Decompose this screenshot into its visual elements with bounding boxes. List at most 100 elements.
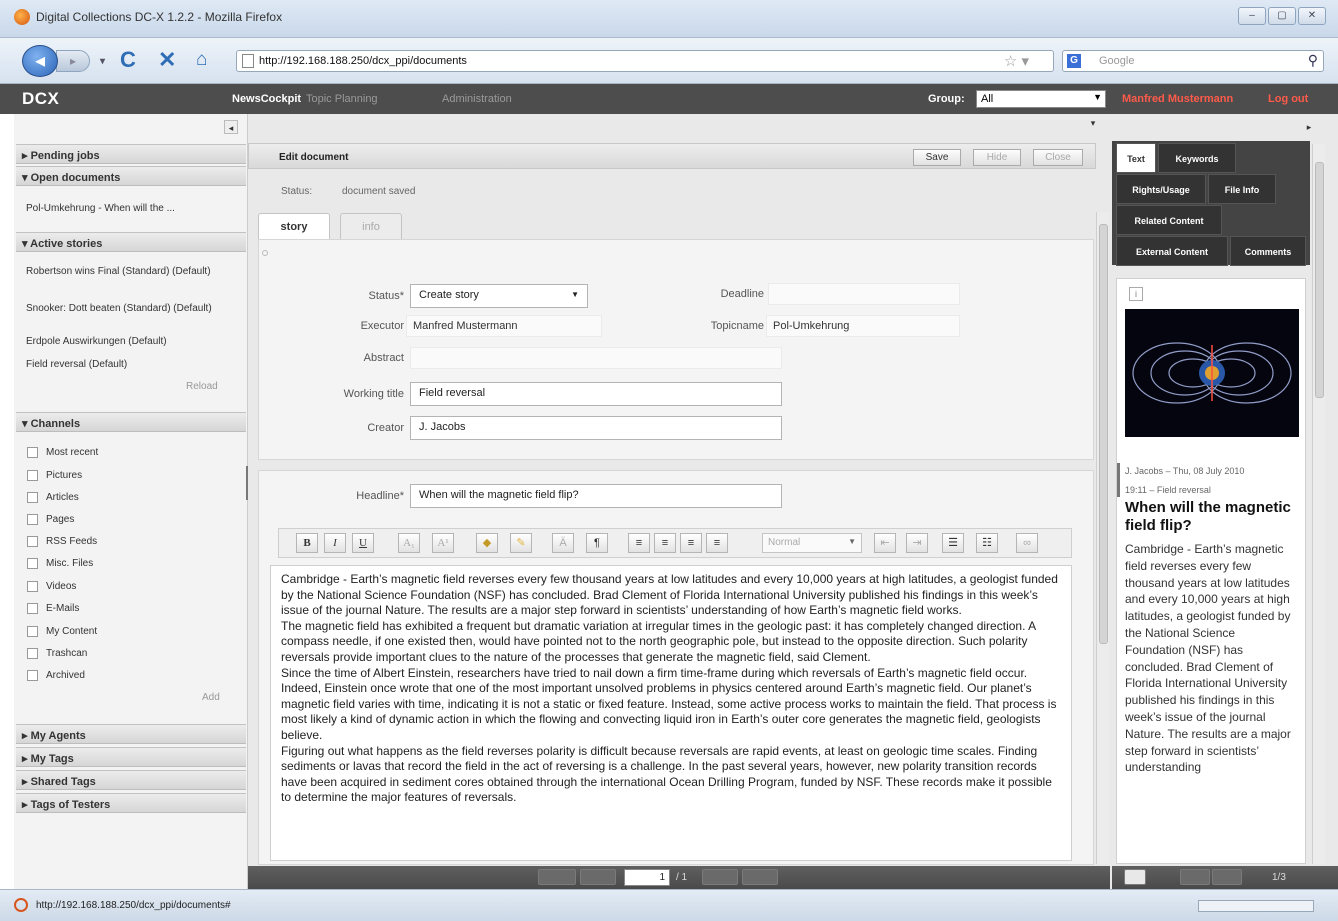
preview-next-button[interactable] — [1212, 869, 1242, 885]
info-icon[interactable]: i — [1129, 287, 1143, 301]
tab-file-info[interactable]: File Info — [1208, 174, 1276, 204]
abstract-field[interactable] — [410, 347, 782, 369]
indent-icon[interactable]: ⇥ — [906, 533, 928, 553]
drag-handle-icon[interactable] — [262, 250, 268, 256]
url-bar[interactable]: http://192.168.188.250/dcx_ppi/documents… — [236, 50, 1054, 72]
close-button[interactable]: Close — [1033, 149, 1083, 166]
tab-comments[interactable]: Comments — [1230, 236, 1306, 266]
logout-link[interactable]: Log out — [1268, 93, 1308, 105]
channel-checkbox[interactable] — [27, 581, 38, 592]
open-document-item[interactable]: Pol-Umkehrung - When will the ... — [26, 203, 226, 215]
channel-checkbox[interactable] — [27, 492, 38, 503]
channel-checkbox[interactable] — [27, 670, 38, 681]
back-button[interactable]: ◂ — [22, 45, 58, 77]
close-window-button[interactable]: ✕ — [1298, 7, 1326, 25]
tab-story[interactable]: story — [258, 213, 330, 239]
preview-splitter-handle[interactable] — [1117, 463, 1120, 497]
tab-info[interactable]: info — [340, 213, 402, 239]
channel-checkbox[interactable] — [27, 558, 38, 569]
story-item[interactable]: Snooker: Dott beaten (Standard) (Default… — [26, 303, 226, 315]
scrollbar-thumb[interactable] — [1099, 224, 1108, 644]
tab-rights-usage[interactable]: Rights/Usage — [1116, 174, 1206, 204]
first-page-button[interactable] — [538, 869, 576, 885]
add-channel-link[interactable]: Add — [202, 692, 220, 703]
bold-button[interactable]: B — [296, 533, 318, 553]
numbered-list-icon[interactable]: ☷ — [976, 533, 998, 553]
tab-keywords[interactable]: Keywords — [1158, 143, 1236, 173]
section-tags-of-testers[interactable]: ▸ Tags of Testers — [16, 793, 246, 813]
editor-scrollbar[interactable] — [1096, 212, 1109, 864]
outdent-icon[interactable]: ⇤ — [874, 533, 896, 553]
story-body-editor[interactable]: Cambridge - Earth’s magnetic field rever… — [270, 565, 1072, 861]
channel-checkbox[interactable] — [27, 447, 38, 458]
underline-button[interactable]: U — [352, 533, 374, 553]
history-dropdown-icon[interactable]: ▾ — [100, 50, 105, 74]
paragraph-button[interactable]: ¶ — [586, 533, 608, 553]
section-my-tags[interactable]: ▸ My Tags — [16, 747, 246, 767]
status-select[interactable]: Create story ▼ — [410, 284, 588, 308]
save-button[interactable]: Save — [913, 149, 961, 166]
highlight-icon[interactable]: ◆ — [476, 533, 498, 553]
story-item[interactable]: Field reversal (Default) — [26, 359, 226, 371]
last-page-button[interactable] — [742, 869, 778, 885]
section-shared-tags[interactable]: ▸ Shared Tags — [16, 770, 246, 790]
channel-checkbox[interactable] — [27, 626, 38, 637]
tab-text[interactable]: Text — [1116, 143, 1156, 173]
align-left-icon[interactable]: ≡ — [628, 533, 650, 553]
section-my-agents[interactable]: ▸ My Agents — [16, 724, 246, 744]
topicname-field[interactable]: Pol-Umkehrung — [766, 315, 960, 337]
search-icon[interactable]: ⚲ — [1308, 52, 1318, 69]
preview-toggle-icon[interactable] — [1124, 869, 1146, 885]
italic-button[interactable]: I — [324, 533, 346, 553]
menu-topic-planning[interactable]: Topic Planning — [306, 93, 378, 105]
section-channels[interactable]: ▾ Channels — [16, 412, 246, 432]
working-title-input[interactable]: Field reversal — [410, 382, 782, 406]
executor-field[interactable]: Manfred Mustermann — [406, 315, 602, 337]
collapse-top-icon[interactable]: ▾ — [1086, 116, 1100, 130]
channel-checkbox[interactable] — [27, 470, 38, 481]
reload-link[interactable]: Reload — [186, 381, 218, 392]
deadline-field[interactable] — [768, 283, 960, 305]
forward-button[interactable]: ▸ — [56, 50, 90, 72]
page-number-input[interactable]: 1 — [624, 869, 670, 886]
expand-right-icon[interactable]: ▸ — [1302, 120, 1316, 134]
special-char-icon[interactable]: Ä — [552, 533, 574, 553]
right-scrollbar[interactable] — [1312, 144, 1325, 864]
pencil-icon[interactable]: ✎ — [510, 533, 532, 553]
channel-checkbox[interactable] — [27, 514, 38, 525]
hide-button[interactable]: Hide — [973, 149, 1021, 166]
collapse-left-icon[interactable]: ◂ — [224, 120, 238, 134]
format-select[interactable]: Normal ▼ — [762, 533, 862, 553]
section-pending-jobs[interactable]: ▸ Pending jobs — [16, 144, 246, 164]
story-item[interactable]: Erdpole Auswirkungen (Default) — [26, 336, 226, 348]
magnetic-field-image[interactable] — [1125, 309, 1299, 437]
subscript-button[interactable]: A₁ — [398, 533, 420, 553]
headline-input[interactable]: When will the magnetic field flip? — [410, 484, 782, 508]
scrollbar-thumb[interactable] — [1315, 162, 1324, 398]
group-select[interactable]: All ▼ — [976, 90, 1106, 108]
minimize-button[interactable]: – — [1238, 7, 1266, 25]
menu-administration[interactable]: Administration — [442, 93, 512, 105]
align-right-icon[interactable]: ≡ — [680, 533, 702, 553]
user-name-link[interactable]: Manfred Mustermann — [1122, 93, 1233, 105]
channel-checkbox[interactable] — [27, 603, 38, 614]
story-item[interactable]: Robertson wins Final (Standard) (Default… — [26, 266, 226, 278]
channel-checkbox[interactable] — [27, 648, 38, 659]
previous-page-button[interactable] — [580, 869, 616, 885]
next-page-button[interactable] — [702, 869, 738, 885]
bookmark-star-icon[interactable]: ☆ ▾ — [1004, 52, 1029, 70]
align-center-icon[interactable]: ≡ — [654, 533, 676, 553]
tab-external-content[interactable]: External Content — [1116, 236, 1228, 266]
home-icon[interactable]: ⌂ — [196, 48, 207, 72]
creator-input[interactable]: J. Jacobs — [410, 416, 782, 440]
maximize-button[interactable]: ▢ — [1268, 7, 1296, 25]
section-active-stories[interactable]: ▾ Active stories — [16, 232, 246, 252]
google-icon[interactable]: G — [1067, 54, 1081, 68]
align-justify-icon[interactable]: ≡ — [706, 533, 728, 553]
channel-checkbox[interactable] — [27, 536, 38, 547]
search-bar[interactable]: G Google ⚲ — [1062, 50, 1324, 72]
superscript-button[interactable]: A¹ — [432, 533, 454, 553]
bullet-list-icon[interactable]: ☰ — [942, 533, 964, 553]
reload-icon[interactable]: C — [120, 48, 136, 72]
menu-newscockpit[interactable]: NewsCockpit — [232, 93, 301, 105]
